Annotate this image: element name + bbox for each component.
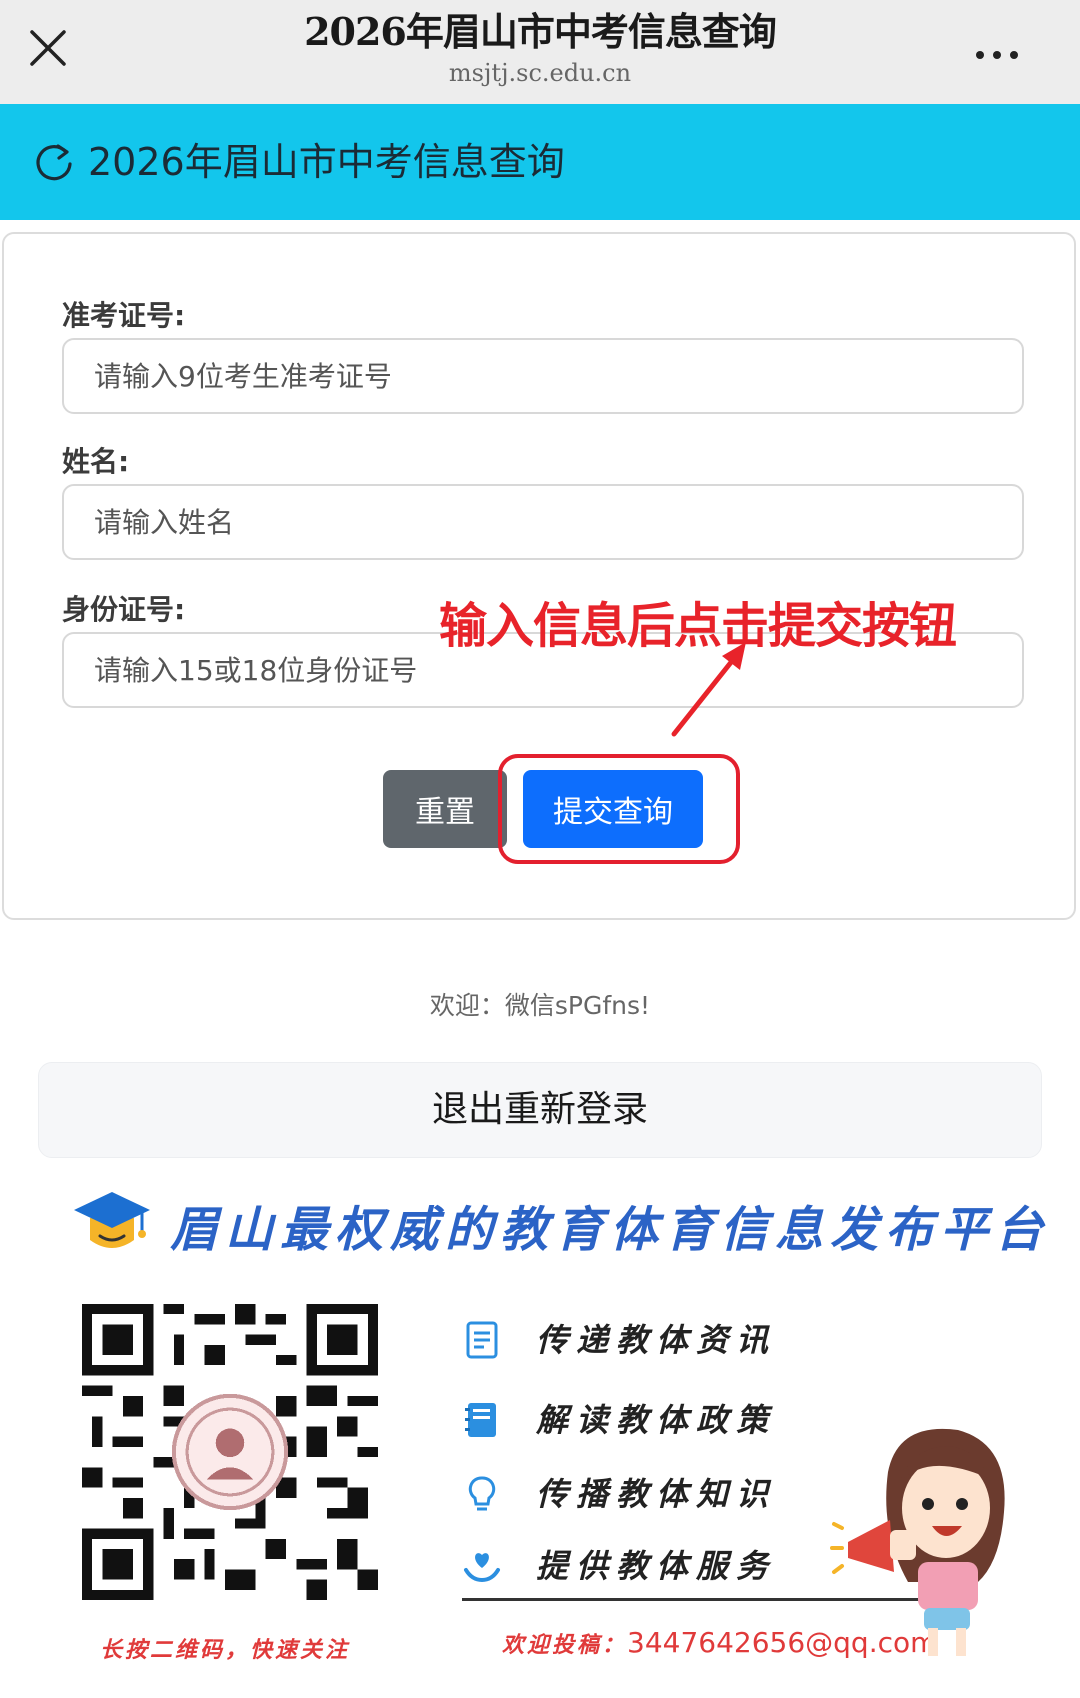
close-icon (30, 30, 66, 66)
feature-text: 解读教体政策 (536, 1401, 777, 1439)
book-icon (465, 1403, 496, 1437)
annotation-arrow-icon (671, 642, 746, 737)
more-dots-icon (993, 51, 1001, 59)
reset-button[interactable]: 重置 (383, 770, 507, 848)
contact-label: 欢迎投稿： (502, 1632, 628, 1658)
qr-caption: 长按二维码，快速关注 (100, 1637, 351, 1663)
app-title: 2026年眉山市中考信息查询 (88, 140, 565, 184)
heart-hand-icon (464, 1553, 500, 1583)
more-options-button[interactable] (976, 44, 1036, 59)
id-card-label: 身份证号: (62, 593, 186, 626)
lightbulb-icon (468, 1476, 496, 1511)
more-dots-icon (1010, 51, 1018, 59)
feature-item: 传播教体知识 (462, 1470, 822, 1520)
refresh-icon[interactable] (32, 140, 76, 184)
top-nav-bar: 2026年眉山市中考信息查询 msjtj.sc.edu.cn (0, 0, 1080, 104)
feature-item: 提供教体服务 (462, 1542, 822, 1592)
megaphone-girl-icon (830, 1428, 1005, 1656)
qr-code-icon[interactable] (82, 1304, 378, 1600)
welcome-message: 欢迎：微信sPGfns! (429, 991, 651, 1020)
page-title: 2026年眉山市中考信息查询 (304, 9, 777, 54)
feature-text: 传播教体知识 (536, 1475, 777, 1513)
exam-id-input[interactable] (62, 338, 1024, 414)
promo-banner: 眉山最权威的教育体育信息发布平台 长按二维码，快速关注 传递教体资讯 解读教体政… (0, 1170, 1080, 1698)
more-dots-icon (976, 51, 984, 59)
feature-item: 解读教体政策 (462, 1396, 822, 1446)
feature-text: 传递教体资讯 (536, 1321, 777, 1359)
submit-highlight-box (498, 754, 740, 864)
graduation-cap-icon (74, 1192, 150, 1248)
name-input[interactable] (62, 484, 1024, 560)
exam-id-label: 准考证号: (62, 299, 186, 332)
promo-slogan: 眉山最权威的教育体育信息发布平台 (170, 1202, 1051, 1258)
app-header: 2026年眉山市中考信息查询 (0, 104, 1080, 220)
close-button[interactable] (22, 22, 74, 74)
logout-relogin-button[interactable]: 退出重新登录 (38, 1062, 1042, 1158)
page-url: msjtj.sc.edu.cn (448, 59, 632, 87)
feature-item: 传递教体资讯 (462, 1316, 822, 1366)
document-icon (466, 1321, 498, 1359)
query-form-card: 准考证号: 姓名: 身份证号: 输入信息后点击提交按钮 重置 提交查询 (2, 232, 1076, 920)
feature-text: 提供教体服务 (536, 1547, 777, 1585)
nav-title-block: 2026年眉山市中考信息查询 msjtj.sc.edu.cn (180, 8, 900, 88)
name-label: 姓名: (62, 445, 130, 478)
